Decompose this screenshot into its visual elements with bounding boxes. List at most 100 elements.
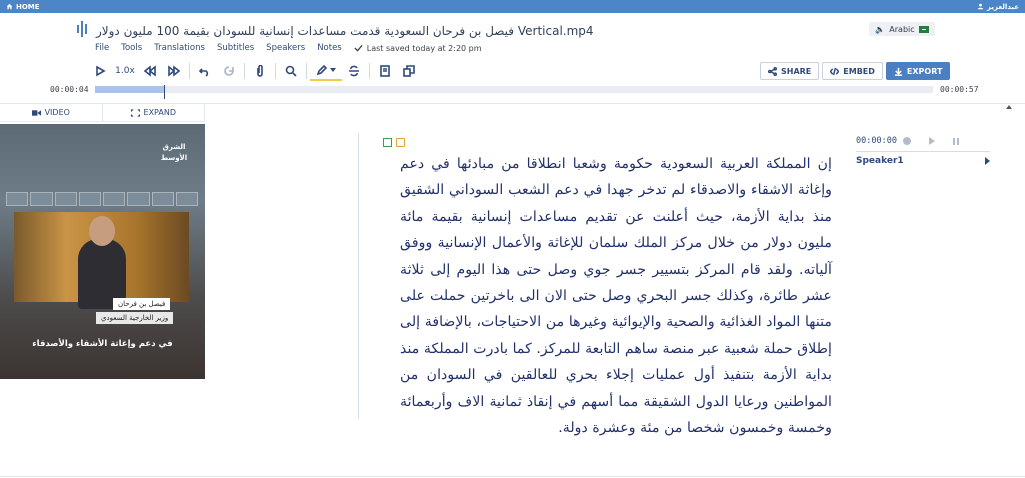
- timeline-progress: [95, 86, 164, 93]
- title-row: فيصل بن فرحان السعودية قدمت مساعدات إنسا…: [76, 20, 594, 42]
- total-time: 00:00:57: [940, 85, 979, 94]
- menu-speakers[interactable]: Speakers: [266, 43, 305, 53]
- segment-time[interactable]: 00:00:00: [856, 136, 897, 146]
- home-icon: [6, 3, 13, 10]
- toolbar-separator: [244, 63, 245, 79]
- timeline-track[interactable]: [95, 85, 933, 99]
- language-selector[interactable]: 🔈 Arabic: [869, 22, 935, 36]
- menu-translations[interactable]: Translations: [154, 43, 205, 53]
- menu-subtitles[interactable]: Subtitles: [217, 43, 254, 53]
- strikethrough-button[interactable]: [342, 61, 366, 81]
- action-buttons: SHARE EMBED EXPORT: [760, 62, 951, 80]
- video-caption: في دعم وإغاثة الأشقاء والأصدقاء: [32, 339, 173, 349]
- menu-notes[interactable]: Notes: [317, 43, 342, 53]
- lower-third-name: فيصل بن فرحان: [113, 298, 171, 310]
- strikethrough-icon: [349, 65, 359, 77]
- code-icon: [830, 67, 840, 75]
- speaker-volume-icon: 🔈: [875, 24, 886, 34]
- speaker-selector[interactable]: Speaker1: [856, 156, 990, 166]
- search-button[interactable]: [279, 61, 303, 81]
- redo-icon: [224, 66, 234, 76]
- check-icon: [354, 44, 363, 52]
- segment-pause-icon[interactable]: [952, 137, 959, 145]
- export-button[interactable]: EXPORT: [885, 62, 951, 80]
- language-label: Arabic: [889, 24, 915, 34]
- chevron-up-icon[interactable]: [1006, 105, 1012, 109]
- notebook-button[interactable]: [373, 61, 397, 81]
- video-player[interactable]: الشرق الأوسط فيصل بن فرحان وزير الخارجية…: [0, 124, 205, 379]
- chevron-right-icon: [985, 157, 990, 165]
- play-icon: [96, 65, 106, 77]
- embed-button[interactable]: EMBED: [822, 62, 883, 80]
- lower-third-title: وزير الخارجية السعودي: [96, 312, 174, 324]
- notebook-icon: [380, 65, 390, 77]
- speaker-divider: [856, 151, 990, 152]
- segment-play-icon[interactable]: [928, 137, 935, 145]
- user-name: عبدالعزيز: [987, 2, 1019, 11]
- export-label: EXPORT: [906, 66, 943, 76]
- segment-time-row: 00:00:00: [856, 136, 990, 146]
- highlight-button[interactable]: [310, 61, 342, 81]
- video-tabs: VIDEO EXPAND: [0, 104, 205, 122]
- footer-divider: [0, 476, 1025, 477]
- menu-tools[interactable]: Tools: [121, 43, 142, 53]
- copy-icon: [403, 65, 415, 77]
- play-button[interactable]: [88, 61, 112, 81]
- share-icon: [768, 66, 777, 76]
- saudi-flag-icon: [918, 25, 929, 33]
- toolbar-separator: [275, 63, 276, 79]
- toolbar-separator: [306, 63, 307, 79]
- toolbar: 1.0x: [88, 61, 421, 81]
- tab-video-label: VIDEO: [44, 108, 70, 117]
- share-button[interactable]: SHARE: [760, 62, 820, 80]
- note-icon[interactable]: [396, 138, 405, 147]
- pen-icon: [316, 64, 328, 76]
- video-camera-icon: [31, 109, 41, 116]
- undo-button[interactable]: [193, 61, 217, 81]
- home-link[interactable]: HOME: [6, 3, 40, 11]
- toolbar-separator: [189, 63, 190, 79]
- menu-bar: File Tools Translations Subtitles Speake…: [95, 43, 482, 53]
- playhead[interactable]: [163, 85, 165, 99]
- tab-expand-label: EXPAND: [143, 108, 176, 117]
- menu-file[interactable]: File: [95, 43, 109, 53]
- embed-label: EMBED: [843, 66, 875, 76]
- top-bar: HOME عبدالعزيز: [0, 0, 1025, 13]
- save-status: Last saved today at 2:20 pm: [354, 44, 482, 53]
- waveform-icon: [76, 20, 88, 42]
- paperclip-icon: [257, 65, 263, 77]
- speaker-panel: 00:00:00 Speaker1: [856, 136, 990, 166]
- transcript-divider: [358, 133, 359, 419]
- search-icon: [285, 65, 297, 77]
- download-icon: [894, 67, 903, 76]
- transcript-paragraph[interactable]: إن المملكة العربية السعودية حكومة وشعبا …: [400, 151, 832, 441]
- file-title[interactable]: فيصل بن فرحان السعودية قدمت مساعدات إنسا…: [96, 24, 594, 38]
- conference-thumbnails: [6, 192, 198, 206]
- tab-expand[interactable]: EXPAND: [102, 104, 205, 122]
- clock-icon: [902, 137, 911, 145]
- copy-button[interactable]: [397, 61, 421, 81]
- transcript-text[interactable]: إن المملكة العربية السعودية حكومة وشعبا …: [400, 151, 832, 441]
- playback-speed[interactable]: 1.0x: [112, 66, 138, 76]
- current-time: 00:00:04: [50, 85, 89, 94]
- rewind-button[interactable]: [138, 61, 162, 81]
- attach-button[interactable]: [248, 61, 272, 81]
- rewind-icon: [144, 65, 156, 77]
- user-menu[interactable]: عبدالعزيز: [977, 3, 1019, 11]
- paragraph-tools: [383, 138, 405, 147]
- home-label: HOME: [16, 2, 40, 11]
- chevron-down-icon: [330, 68, 336, 72]
- toolbar-separator: [369, 63, 370, 79]
- forward-button[interactable]: [162, 61, 186, 81]
- speaker-name: Speaker1: [856, 156, 904, 166]
- share-label: SHARE: [781, 66, 812, 76]
- undo-icon: [199, 68, 209, 77]
- user-icon: [977, 3, 984, 10]
- checkbox-icon[interactable]: [383, 138, 392, 147]
- redo-button[interactable]: [217, 61, 241, 81]
- fast-forward-icon: [168, 65, 180, 77]
- video-speaker-head: [89, 216, 115, 246]
- expand-icon: [130, 108, 140, 117]
- tab-video[interactable]: VIDEO: [0, 104, 103, 122]
- save-status-text: Last saved today at 2:20 pm: [366, 43, 482, 53]
